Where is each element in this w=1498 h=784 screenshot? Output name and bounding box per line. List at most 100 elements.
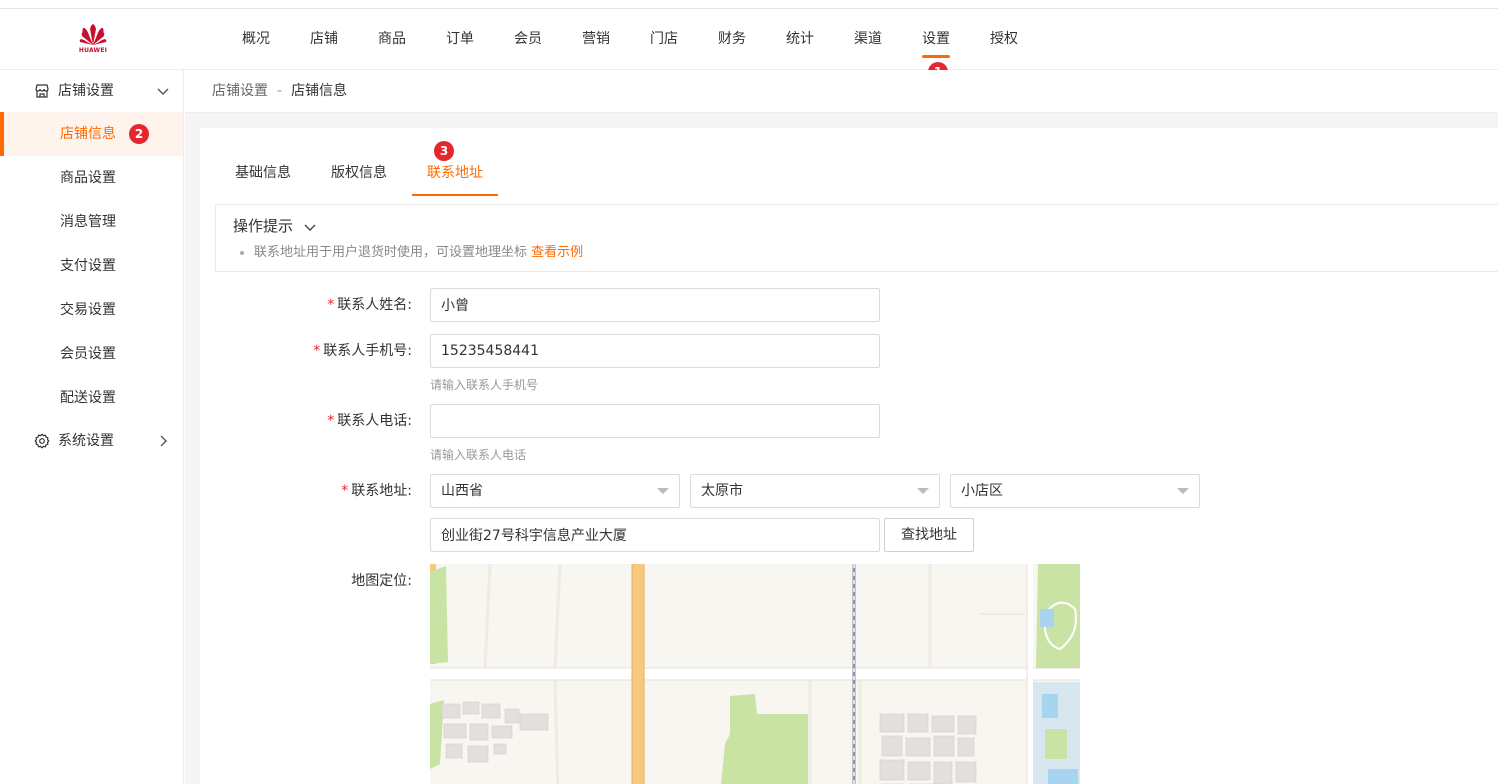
- nav-authorization[interactable]: 授权: [970, 9, 1038, 69]
- contact-phone-input[interactable]: [430, 404, 880, 438]
- sidebar-item-label: 支付设置: [60, 258, 116, 274]
- sidebar-item-store-info[interactable]: 店铺信息 2: [0, 112, 183, 156]
- phone-hint: 请输入联系人电话: [430, 448, 527, 462]
- nav-finance[interactable]: 财务: [698, 9, 766, 69]
- form-label-text: 联系人姓名:: [337, 297, 412, 313]
- chevron-right-icon: [160, 435, 167, 447]
- logo-text: HUAWEI: [78, 47, 108, 54]
- map-view[interactable]: [430, 564, 1080, 784]
- nav-label: 商品: [378, 31, 406, 47]
- tips-line: 联系地址用于用户退货时使用，可设置地理坐标 查看示例: [233, 243, 1487, 263]
- nav-statistics[interactable]: 统计: [766, 9, 834, 69]
- nav-label: 店铺: [310, 31, 338, 47]
- sidebar-item-label: 商品设置: [60, 170, 116, 186]
- sidebar-item-message-management[interactable]: 消息管理: [0, 200, 183, 244]
- nav-members[interactable]: 会员: [494, 9, 562, 69]
- address-detail-input[interactable]: [430, 518, 880, 552]
- huawei-flower-icon: [79, 24, 107, 45]
- form-label: * 联系人电话:: [200, 404, 412, 438]
- tab-label: 基础信息: [235, 165, 291, 181]
- nav-label: 门店: [650, 31, 678, 47]
- form-label-text: 联系地址:: [351, 483, 412, 499]
- nav-active-indicator: [922, 55, 950, 58]
- city-select[interactable]: 太原市: [690, 474, 940, 508]
- sidebar-item-delivery-settings[interactable]: 配送设置: [0, 376, 183, 420]
- caret-down-icon: [657, 488, 669, 494]
- mobile-hint: 请输入联系人手机号: [430, 378, 539, 392]
- required-mark: *: [341, 483, 349, 499]
- nav-orders[interactable]: 订单: [426, 9, 494, 69]
- top-header: HUAWEI 概况 店铺 商品 订单 会员 营销 门店 财务 统计 渠道 设置 …: [0, 9, 1498, 70]
- form-label: * 联系人姓名:: [200, 288, 412, 322]
- breadcrumb-separator: -: [277, 83, 283, 99]
- breadcrumb-parent[interactable]: 店铺设置: [212, 83, 268, 99]
- chevron-down-icon: [157, 88, 169, 95]
- bullet-dot: [240, 250, 244, 255]
- district-select[interactable]: 小店区: [950, 474, 1200, 508]
- sidebar-item-goods-settings[interactable]: 商品设置: [0, 156, 183, 200]
- nav-label: 渠道: [854, 31, 882, 47]
- required-mark: *: [327, 413, 335, 429]
- nav-label: 授权: [990, 31, 1018, 47]
- nav-settings[interactable]: 设置: [902, 9, 970, 69]
- form-label: * 联系人手机号:: [200, 334, 412, 368]
- sidebar-item-payment-settings[interactable]: 支付设置: [0, 244, 183, 288]
- tips-header[interactable]: 操作提示: [233, 215, 1487, 237]
- required-mark: *: [313, 343, 321, 359]
- tab-label: 联系地址: [427, 165, 483, 181]
- sidebar-group-system-settings[interactable]: 系统设置: [0, 420, 183, 462]
- tab-label: 版权信息: [331, 165, 387, 181]
- nav-overview[interactable]: 概况: [222, 9, 290, 69]
- contact-mobile-input[interactable]: [430, 334, 880, 368]
- nav-stores[interactable]: 门店: [630, 9, 698, 69]
- nav-label: 概况: [242, 31, 270, 47]
- operation-tips: 操作提示 联系地址用于用户退货时使用，可设置地理坐标 查看示例: [215, 204, 1498, 272]
- sidebar-item-member-settings[interactable]: 会员设置: [0, 332, 183, 376]
- sidebar-item-label: 配送设置: [60, 390, 116, 406]
- province-select[interactable]: 山西省: [430, 474, 680, 508]
- step-badge-2: 2: [129, 124, 149, 144]
- chevron-down-icon: [304, 224, 316, 231]
- city-value: 太原市: [701, 483, 743, 499]
- tips-title: 操作提示: [233, 217, 294, 235]
- sidebar-item-trade-settings[interactable]: 交易设置: [0, 288, 183, 332]
- step-badge-3: 3: [434, 141, 454, 161]
- form-label: * 联系地址:: [200, 474, 412, 508]
- caret-down-icon: [917, 488, 929, 494]
- form-label-text: 联系人电话:: [337, 413, 412, 429]
- nav-label: 会员: [514, 31, 542, 47]
- sidebar-group-store-settings[interactable]: 店铺设置: [0, 70, 183, 112]
- nav-marketing[interactable]: 营销: [562, 9, 630, 69]
- district-value: 小店区: [961, 483, 1003, 499]
- huawei-logo[interactable]: HUAWEI: [76, 23, 110, 57]
- nav-shop[interactable]: 店铺: [290, 9, 358, 69]
- contact-name-input[interactable]: [430, 288, 880, 322]
- find-address-button[interactable]: 查找地址: [884, 518, 974, 552]
- tab-contact-address[interactable]: 3 联系地址: [412, 141, 498, 196]
- map-canvas: [430, 564, 1080, 784]
- breadcrumb-current: 店铺信息: [291, 83, 348, 99]
- nav-label: 设置: [922, 31, 950, 47]
- view-example-link[interactable]: 查看示例: [531, 245, 583, 260]
- tips-text: 联系地址用于用户退货时使用，可设置地理坐标: [254, 245, 528, 260]
- nav-label: 统计: [786, 31, 814, 47]
- required-mark: *: [327, 297, 335, 313]
- form-label-text: 地图定位:: [351, 573, 412, 589]
- nav-label: 财务: [718, 31, 746, 47]
- gear-icon: [34, 433, 50, 449]
- province-value: 山西省: [441, 483, 483, 499]
- sidebar-group-label: 店铺设置: [58, 83, 114, 99]
- tab-basic-info[interactable]: 基础信息: [220, 158, 306, 196]
- form-label: 地图定位:: [200, 564, 412, 598]
- tab-bar: 基础信息 版权信息 3 联系地址: [220, 141, 508, 196]
- nav-goods[interactable]: 商品: [358, 9, 426, 69]
- nav-label: 营销: [582, 31, 610, 47]
- caret-down-icon: [1177, 488, 1189, 494]
- nav-channels[interactable]: 渠道: [834, 9, 902, 69]
- nav-label: 订单: [446, 31, 474, 47]
- form-label-text: 联系人手机号:: [323, 343, 412, 359]
- sidebar: 店铺设置 店铺信息 2 商品设置 消息管理 支付设置 交易设置 会员设置 配送设…: [0, 70, 184, 784]
- sidebar-item-label: 店铺信息: [60, 126, 116, 142]
- sidebar-item-label: 交易设置: [60, 302, 116, 318]
- tab-copyright-info[interactable]: 版权信息: [316, 158, 402, 196]
